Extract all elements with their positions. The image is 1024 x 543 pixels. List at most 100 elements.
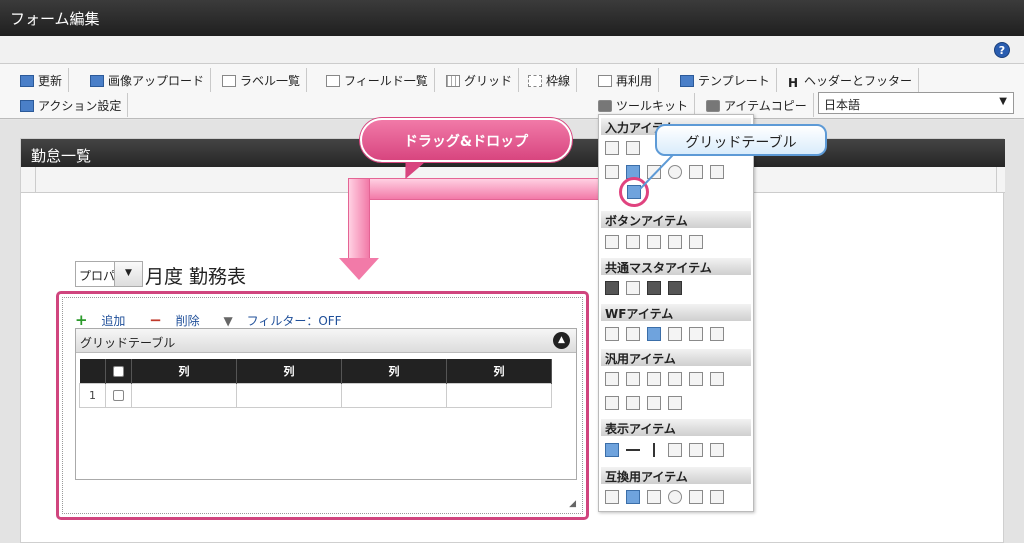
arrow-left-icon[interactable] (647, 235, 661, 249)
building-icon[interactable] (626, 281, 640, 295)
filter-button[interactable]: ▼ フィルター：OFF (224, 314, 352, 328)
group-icon[interactable] (668, 281, 682, 295)
row-checkbox[interactable] (113, 390, 124, 401)
form-title: 勤怠一覧 (31, 147, 92, 165)
action-settings-icon (20, 100, 34, 112)
delete-button[interactable]: − 削除 (149, 311, 209, 329)
calendar-icon[interactable] (668, 396, 682, 410)
camera-icon[interactable] (647, 372, 661, 386)
border-button[interactable]: 枠線 (522, 68, 578, 92)
table-row: 1 (79, 382, 552, 408)
table-icon[interactable] (626, 490, 640, 504)
search-field-icon[interactable] (605, 165, 619, 179)
border-icon (528, 75, 542, 87)
palette-section-wf: WFアイテム (601, 304, 751, 321)
dotted-field-icon[interactable] (605, 372, 619, 386)
textbox-icon[interactable] (605, 141, 619, 155)
image-upload-icon (90, 75, 104, 87)
grid-table-callout: グリッドテーブル (655, 124, 827, 156)
palette-section-display: 表示アイテム (601, 419, 751, 436)
select-box-icon[interactable] (689, 165, 703, 179)
calendar-clipboard-icon[interactable] (668, 327, 682, 341)
user-settings-icon[interactable] (689, 327, 703, 341)
back-icon[interactable] (668, 235, 682, 249)
collapse-icon[interactable]: ▲ (553, 332, 570, 349)
stamp-icon[interactable] (710, 327, 724, 341)
palette-section-button: ボタンアイテム (601, 211, 751, 228)
template-button[interactable]: テンプレート (674, 68, 777, 92)
list-box-icon[interactable] (710, 165, 724, 179)
label-list-icon (222, 75, 236, 87)
arrow-button-icon[interactable] (605, 235, 619, 249)
label-list-button[interactable]: ラベル一覧 (216, 68, 308, 92)
media-icon[interactable] (626, 396, 640, 410)
forward-icon[interactable] (689, 235, 703, 249)
role-icon[interactable] (647, 281, 661, 295)
table-cell[interactable] (446, 382, 552, 408)
upload-icon[interactable] (689, 372, 703, 386)
row-select-cell (105, 382, 132, 408)
image-icon[interactable] (647, 327, 661, 341)
combo-box[interactable]: プロパ ▼ (75, 261, 143, 287)
table-cell[interactable] (341, 382, 447, 408)
radio-icon[interactable] (668, 490, 682, 504)
picture-icon[interactable] (689, 443, 703, 457)
action-settings-button[interactable]: アクション設定 (14, 93, 129, 117)
arrow-right-icon[interactable] (626, 235, 640, 249)
drag-arrow-vertical (348, 178, 370, 260)
field-list-button[interactable]: フィールド一覧 (320, 68, 435, 92)
tree-icon[interactable] (647, 396, 661, 410)
select-all-checkbox[interactable] (113, 365, 124, 377)
combo-value: プロパ (79, 269, 116, 283)
field-list-icon (326, 75, 340, 87)
user-icon[interactable] (605, 281, 619, 295)
select-box-icon[interactable] (689, 490, 703, 504)
text-icon[interactable] (710, 443, 724, 457)
image-upload-button[interactable]: 画像アップロード (84, 68, 212, 92)
divider (996, 167, 997, 193)
box-icon[interactable] (668, 443, 682, 457)
grid-caption: グリッドテーブル ▲ (76, 329, 576, 353)
download-icon[interactable] (710, 372, 724, 386)
display-items-row (605, 443, 731, 461)
list-box-icon[interactable] (710, 490, 724, 504)
resize-handle-icon[interactable]: ◢ (569, 499, 576, 509)
chevron-down-icon: ▼ (999, 96, 1007, 107)
grid-icon (446, 75, 460, 87)
clipboard-icon[interactable] (605, 327, 619, 341)
general-items-row (605, 372, 731, 390)
button-items-row (605, 235, 710, 253)
header-bar-icon[interactable] (605, 443, 619, 457)
key-icon[interactable] (668, 372, 682, 386)
panel-icon[interactable] (605, 396, 619, 410)
horizontal-line-icon[interactable] (626, 443, 640, 457)
table-cell[interactable] (236, 382, 342, 408)
vertical-line-icon[interactable] (647, 443, 661, 457)
textarea-icon[interactable] (626, 141, 640, 155)
radio-icon[interactable] (668, 165, 682, 179)
plus-icon: + (75, 311, 88, 329)
document-icon[interactable] (626, 372, 640, 386)
paperclip-icon[interactable] (626, 327, 640, 341)
table-cell[interactable] (131, 382, 237, 408)
grid-drop-zone[interactable]: + 追加 − 削除 ▼ フィルター：OFF グリッドテーブル ▲ 列 列 列 列… (56, 291, 589, 520)
add-button[interactable]: + 追加 (75, 311, 135, 329)
drag-drop-callout: ドラッグ&ドロップ (360, 118, 572, 162)
help-icon[interactable]: ? (994, 42, 1010, 58)
checkbox-icon[interactable] (647, 490, 661, 504)
compat-items-row (605, 490, 731, 508)
palette-section-general: 汎用アイテム (601, 349, 751, 366)
header-footer-button[interactable]: H ヘッダーとフッター (782, 68, 920, 92)
column-header: 列 (446, 359, 552, 383)
language-select[interactable]: 日本語 ▼ (818, 92, 1014, 114)
grid-button[interactable]: グリッド (440, 68, 520, 92)
header-footer-icon: H (788, 76, 799, 90)
grid-item-frame: + 追加 − 削除 ▼ フィルター：OFF グリッドテーブル ▲ 列 列 列 列… (62, 297, 583, 514)
search-field-icon[interactable] (605, 490, 619, 504)
chevron-down-icon[interactable]: ▼ (114, 262, 142, 286)
select-all-header (105, 359, 132, 383)
reuse-button[interactable]: 再利用 (592, 68, 660, 92)
column-header: 列 (341, 359, 447, 383)
refresh-button[interactable]: 更新 (14, 68, 70, 92)
master-items-row (605, 281, 689, 299)
